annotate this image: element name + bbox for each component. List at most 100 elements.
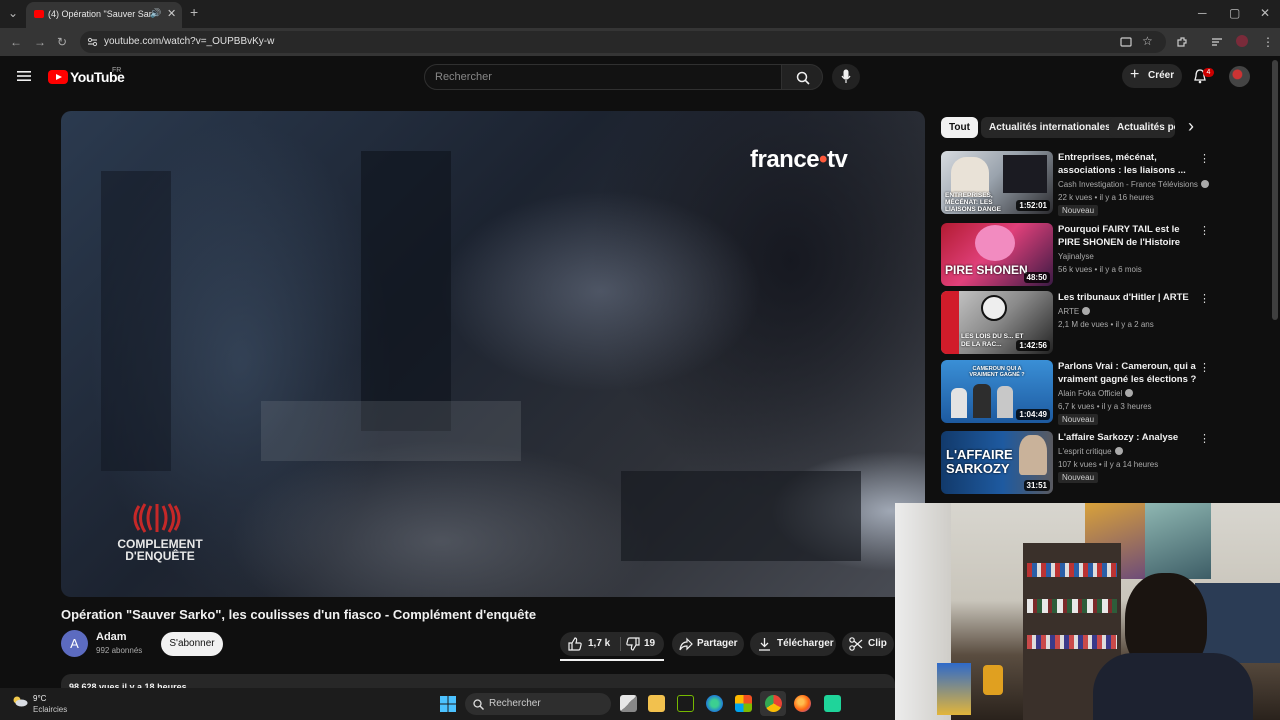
account-avatar[interactable] xyxy=(1229,66,1250,87)
channel-avatar[interactable]: A xyxy=(61,630,88,657)
file-explorer-icon[interactable] xyxy=(648,695,665,712)
recommendation-title[interactable]: Les tribunaux d'Hitler | ARTE xyxy=(1058,291,1198,304)
weather-temperature[interactable]: 9°C xyxy=(33,694,46,703)
maximize-button[interactable]: ▢ xyxy=(1229,6,1240,20)
thumbnail-person xyxy=(997,386,1013,418)
microsoft-store-icon[interactable] xyxy=(735,695,752,712)
more-actions-icon[interactable]: ⋮ xyxy=(1199,361,1210,374)
extensions-icon[interactable] xyxy=(1176,36,1188,48)
video-duration: 48:50 xyxy=(1023,272,1050,283)
search-input[interactable]: Rechercher xyxy=(424,64,782,90)
more-actions-icon[interactable]: ⋮ xyxy=(1199,224,1210,237)
more-actions-icon[interactable]: ⋮ xyxy=(1199,292,1210,305)
tab-audio-icon[interactable]: 🔊 xyxy=(150,8,161,19)
recommendation-thumbnail[interactable]: LES LOIS DU S... ET DE LA RAC... 1:42:56 xyxy=(941,291,1053,354)
recommendation-item[interactable]: LES LOIS DU S... ET DE LA RAC... 1:42:56… xyxy=(941,291,1213,355)
share-button[interactable]: Partager xyxy=(672,632,744,656)
nvidia-icon[interactable] xyxy=(677,695,694,712)
create-button[interactable]: + Créer xyxy=(1122,64,1182,88)
weather-description[interactable]: Eclaircies xyxy=(33,705,67,714)
recommendation-title[interactable]: Entreprises, mécénat, associations : les… xyxy=(1058,151,1198,177)
video-duration: 1:42:56 xyxy=(1016,340,1050,351)
windows-start-icon[interactable] xyxy=(440,696,456,712)
recommendation-meta: 6,7 k vues • il y a 3 heures xyxy=(1058,402,1152,411)
more-actions-icon[interactable]: ⋮ xyxy=(1199,432,1210,445)
voice-search-button[interactable] xyxy=(832,64,860,90)
recommendation-title[interactable]: Parlons Vrai : Cameroun, qui a vraiment … xyxy=(1058,360,1198,386)
recommendation-item[interactable]: CAMEROUN QUI A VRAIMENT GAGNÉ ? 1:04:49 … xyxy=(941,360,1213,425)
edge-browser-icon[interactable] xyxy=(706,695,723,712)
recommendation-channel[interactable]: Cash Investigation - France Télévisions xyxy=(1058,180,1209,189)
recommendation-views: 2,1 M de vues xyxy=(1058,320,1109,329)
recommendation-channel[interactable]: L'esprit critique xyxy=(1058,447,1123,456)
video-player[interactable] xyxy=(61,111,925,597)
tab-close-icon[interactable]: ✕ xyxy=(167,7,176,20)
recommendation-meta: 22 k vues • il y a 16 heures xyxy=(1058,193,1154,202)
url-field[interactable]: youtube.com/watch?v=_OUPBBvKy-w ☆ xyxy=(80,31,1166,53)
scissors-icon xyxy=(849,637,863,651)
more-actions-icon[interactable]: ⋮ xyxy=(1199,152,1210,165)
recommendation-thumbnail[interactable]: PIRE SHONEN 48:50 xyxy=(941,223,1053,286)
page-scrollbar[interactable] xyxy=(1272,60,1278,320)
subscribe-button[interactable]: S'abonner xyxy=(161,632,223,656)
dislike-button[interactable]: 19 xyxy=(621,632,664,656)
recommendation-channel[interactable]: Alain Foka Officiel xyxy=(1058,389,1134,398)
video-frame-blur xyxy=(101,151,861,561)
browser-tab-bar: ⌄ (4) Opération "Sauver Sarko" 🔊 ✕ + ─ ▢… xyxy=(0,0,1280,28)
back-icon[interactable]: ← xyxy=(10,35,22,49)
recommendation-channel-name: Cash Investigation - France Télévisions xyxy=(1058,180,1198,189)
reload-icon[interactable]: ↻ xyxy=(57,35,67,49)
recommendation-item[interactable]: PIRE SHONEN 48:50 Pourquoi FAIRY TAIL es… xyxy=(941,223,1213,287)
chips-next-chevron-icon[interactable]: › xyxy=(1188,116,1194,137)
chip-actualites-politiques[interactable]: Actualités po xyxy=(1109,117,1175,138)
forward-icon[interactable]: → xyxy=(34,35,46,49)
profile-avatar-icon[interactable] xyxy=(1236,35,1248,47)
recommendation-thumbnail[interactable]: L'AFFAIRE SARKOZY 31:51 xyxy=(941,431,1053,494)
tab-list-button[interactable]: ⌄ xyxy=(8,6,18,20)
clip-button[interactable]: Clip xyxy=(842,632,894,656)
partly-cloudy-icon[interactable] xyxy=(12,695,28,707)
recommendation-channel[interactable]: Yajinalyse xyxy=(1058,252,1094,261)
like-count: 1,7 k xyxy=(588,638,611,649)
taskbar-search[interactable]: Rechercher xyxy=(465,693,611,715)
like-button[interactable]: 1,7 k xyxy=(560,632,620,656)
microphone-icon xyxy=(841,69,851,83)
recommendation-title[interactable]: L'affaire Sarkozy : Analyse xyxy=(1058,431,1198,444)
recommendation-meta: 2,1 M de vues • il y a 2 ans xyxy=(1058,320,1154,329)
download-button[interactable]: Télécharger xyxy=(750,632,836,656)
channel-name[interactable]: Adam xyxy=(96,631,127,643)
search-button[interactable] xyxy=(781,64,823,90)
install-app-icon[interactable] xyxy=(1120,36,1132,48)
green-app-icon[interactable] xyxy=(824,695,841,712)
site-info-icon[interactable] xyxy=(87,37,98,47)
address-bar-row: ← → ↻ youtube.com/watch?v=_OUPBBvKy-w ☆ … xyxy=(0,28,1280,56)
thumbnail-caption: L'AFFAIRE SARKOZY xyxy=(946,447,1013,476)
webcam-shelf-items xyxy=(1027,563,1117,577)
recommendation-title[interactable]: Pourquoi FAIRY TAIL est le PIRE SHONEN d… xyxy=(1058,223,1198,249)
chip-tout[interactable]: Tout xyxy=(941,117,978,138)
thumbnail-caption: PIRE SHONEN xyxy=(945,263,1028,277)
chip-actualites-internationales[interactable]: Actualités internationales xyxy=(981,117,1119,138)
window-close-button[interactable]: ✕ xyxy=(1260,6,1270,20)
recommendation-age: il y a 2 ans xyxy=(1115,320,1154,329)
bookmark-star-icon[interactable]: ☆ xyxy=(1142,34,1153,48)
youtube-logo-icon[interactable] xyxy=(48,70,68,84)
recommendation-channel[interactable]: ARTE xyxy=(1058,307,1091,316)
chrome-browser-icon[interactable] xyxy=(765,695,782,712)
webcam-poster xyxy=(1145,503,1211,579)
recommendation-views: 6,7 k vues xyxy=(1058,402,1095,411)
tab-title: (4) Opération "Sauver Sarko" xyxy=(48,9,152,19)
hamburger-menu-icon[interactable] xyxy=(17,70,31,82)
firefox-browser-icon[interactable] xyxy=(794,695,811,712)
recommendation-item[interactable]: L'AFFAIRE SARKOZY 31:51 L'affaire Sarkoz… xyxy=(941,431,1213,495)
new-tab-button[interactable]: + xyxy=(190,4,198,20)
recommendation-thumbnail[interactable]: CAMEROUN QUI A VRAIMENT GAGNÉ ? 1:04:49 xyxy=(941,360,1053,423)
media-control-icon[interactable] xyxy=(1211,36,1223,48)
minimize-button[interactable]: ─ xyxy=(1198,6,1207,20)
recommendation-thumbnail[interactable]: ENTREPRISES, MÉCÉNAT: LES LIAISONS DANGE… xyxy=(941,151,1053,214)
browser-menu-icon[interactable]: ⋮ xyxy=(1262,35,1274,49)
recommendation-item[interactable]: ENTREPRISES, MÉCÉNAT: LES LIAISONS DANGE… xyxy=(941,151,1213,216)
thumbs-down-icon xyxy=(626,637,640,651)
browser-tab[interactable]: (4) Opération "Sauver Sarko" 🔊 ✕ xyxy=(26,2,182,28)
task-view-icon[interactable] xyxy=(620,695,637,712)
